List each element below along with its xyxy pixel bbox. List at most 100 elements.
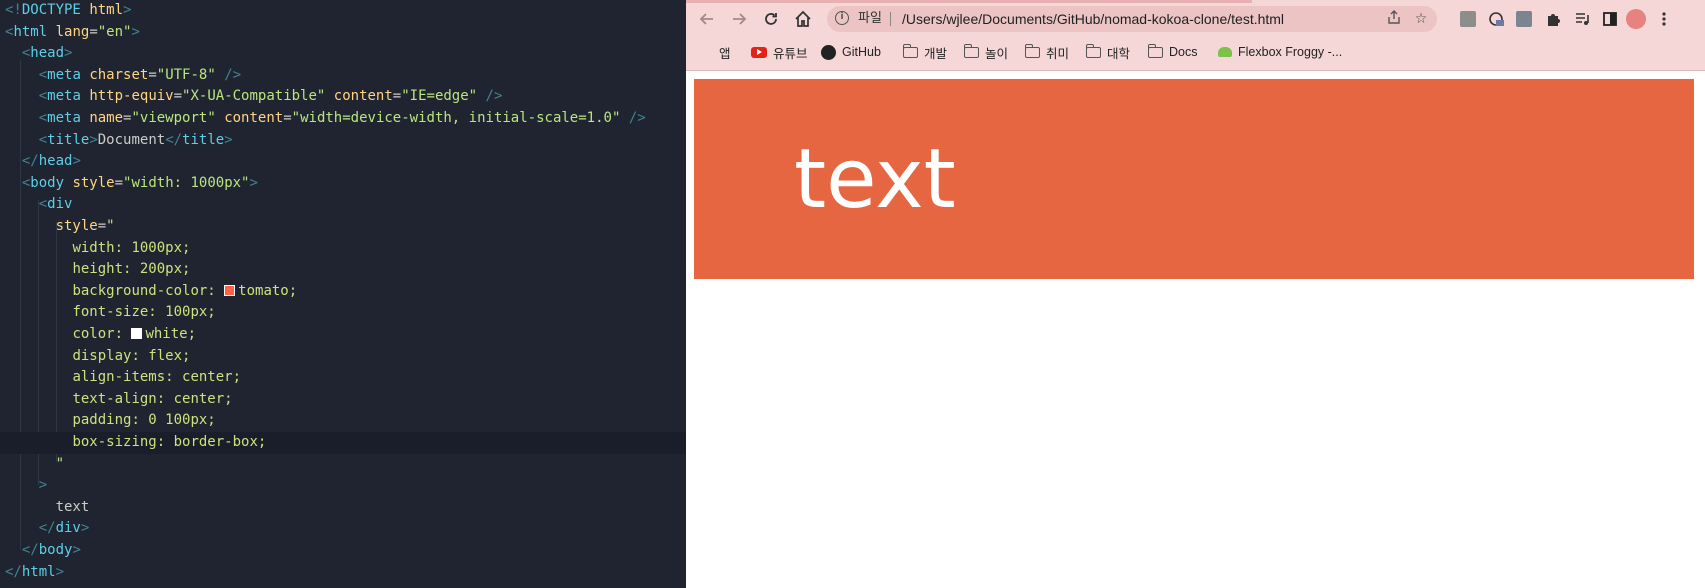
code-line[interactable]: height: 200px;: [0, 259, 686, 281]
code-line[interactable]: width: 1000px;: [0, 238, 686, 260]
share-icon[interactable]: [1385, 10, 1403, 28]
code-token: align-items: center;: [72, 369, 242, 386]
code-token: title: [182, 131, 225, 148]
folder-icon: [902, 43, 918, 58]
code-token: html: [13, 23, 48, 40]
bookmark-folder-university[interactable]: 대학: [1085, 38, 1130, 66]
code-token: <: [21, 174, 31, 191]
media-control-icon[interactable]: [1572, 9, 1592, 29]
code-line[interactable]: align-items: center;: [0, 367, 686, 389]
color-swatch[interactable]: [224, 284, 236, 296]
bookmark-folder-dev[interactable]: 개발: [902, 38, 948, 66]
code-token: =: [283, 110, 292, 126]
code-token: content: [224, 110, 284, 126]
browser-window: i 파일 /Users/wjlee/Documents/GitHub/nomad…: [686, 0, 1705, 588]
github-icon: [821, 44, 836, 60]
code-token: "viewport": [131, 110, 216, 126]
bookmark-apps[interactable]: 앱: [700, 38, 731, 66]
bookmark-flexbox-froggy[interactable]: Flexbox Froggy -...: [1218, 38, 1342, 66]
bookmark-label: Flexbox Froggy -...: [1238, 45, 1343, 59]
code-token: body: [30, 174, 65, 191]
code-line[interactable]: padding: 0 100px;: [0, 410, 686, 432]
reload-icon: [765, 13, 777, 25]
color-swatch[interactable]: [131, 328, 143, 339]
bookmark-label: 유튜브: [773, 46, 808, 61]
code-token: "en": [97, 23, 132, 40]
avatar[interactable]: [1626, 9, 1646, 29]
profile-extension-icon[interactable]: [1514, 9, 1534, 29]
bookmark-label: 앱: [719, 46, 731, 61]
code-line[interactable]: <meta name="viewport" content="width=dev…: [0, 108, 686, 130]
code-line[interactable]: <title>Document</title>: [0, 130, 686, 152]
code-token: <: [5, 23, 14, 40]
bookmark-label: 개발: [924, 46, 948, 61]
code-token: </: [21, 153, 39, 170]
code-line[interactable]: display: flex;: [0, 346, 686, 368]
code-token: "IE=edge": [401, 88, 478, 105]
code-line[interactable]: background-color: tomato;: [0, 281, 686, 303]
code-token: >: [72, 153, 81, 170]
code-line[interactable]: <meta http-equiv="X-UA-Compatible" conte…: [0, 86, 686, 108]
code-token: =: [89, 23, 98, 40]
code-line[interactable]: <!DOCTYPE html>: [0, 0, 686, 22]
code-line[interactable]: style=": [0, 216, 686, 238]
code-token: =: [148, 66, 157, 83]
code-line[interactable]: </div>: [0, 518, 686, 540]
puzzle-icon[interactable]: [1543, 9, 1563, 29]
info-icon[interactable]: i: [835, 11, 849, 25]
code-line[interactable]: box-sizing: border-box;: [0, 432, 686, 454]
code-line[interactable]: <html lang="en">: [0, 22, 686, 44]
code-line[interactable]: </head>: [0, 151, 686, 173]
code-token: meta: [47, 88, 81, 105]
forward-button[interactable]: [728, 8, 750, 30]
code-line[interactable]: >: [0, 475, 686, 497]
code-token: charset: [89, 66, 149, 83]
menu-icon[interactable]: [1654, 9, 1674, 29]
bookmark-github[interactable]: GitHub: [821, 38, 881, 66]
code-line[interactable]: <body style="width: 1000px">: [0, 173, 686, 195]
code-line[interactable]: font-size: 100px;: [0, 302, 686, 324]
side-panel-icon[interactable]: [1600, 9, 1620, 29]
code-editor[interactable]: <!DOCTYPE html> <html lang="en"> <head> <…: [0, 0, 686, 588]
bookmarks-bar: 앱 유튜브 GitHub 개발 놀이 취미 대학 Docs Flexbox Fr…: [686, 38, 1705, 71]
code-token: >: [80, 520, 90, 537]
home-button[interactable]: [792, 8, 814, 30]
bookmark-youtube[interactable]: 유튜브: [751, 38, 808, 66]
pdf-extension-icon[interactable]: [1458, 9, 1478, 29]
code-line[interactable]: <div: [0, 194, 686, 216]
bookmark-folder-play[interactable]: 놀이: [963, 38, 1008, 66]
code-token: content: [333, 88, 393, 105]
code-line[interactable]: text-align: center;: [0, 389, 686, 411]
code-line[interactable]: color: white;: [0, 324, 686, 346]
code-token: Document: [97, 131, 166, 148]
address-bar[interactable]: i 파일 /Users/wjlee/Documents/GitHub/nomad…: [827, 6, 1437, 32]
address-url[interactable]: /Users/wjlee/Documents/GitHub/nomad-koko…: [902, 6, 1284, 32]
tab-strip-edge: [686, 0, 1252, 3]
code-line[interactable]: <meta charset="UTF-8" />: [0, 65, 686, 87]
folder-icon: [1147, 43, 1163, 58]
code-line[interactable]: text: [0, 497, 686, 519]
folder-icon: [1085, 43, 1101, 58]
code-token: </: [38, 520, 56, 537]
reload-button[interactable]: [760, 8, 782, 30]
android-icon: [1218, 47, 1232, 57]
tomato-box: text: [694, 79, 1694, 279]
code-line[interactable]: ": [0, 454, 686, 476]
bookmark-label: GitHub: [842, 45, 881, 59]
bookmark-folder-docs[interactable]: Docs: [1147, 38, 1197, 66]
code-token: tomato;: [238, 282, 298, 299]
sync-extension-icon[interactable]: [1486, 9, 1506, 29]
code-line[interactable]: <head>: [0, 43, 686, 65]
bookmark-folder-hobby[interactable]: 취미: [1024, 38, 1069, 66]
code-token: <: [21, 45, 31, 62]
code-token: <: [38, 131, 48, 148]
back-button[interactable]: [696, 8, 718, 30]
code-line[interactable]: </body>: [0, 540, 686, 562]
bookmark-star-icon[interactable]: ☆: [1412, 10, 1430, 28]
code-line[interactable]: </html>: [0, 562, 686, 584]
code-token: <: [38, 66, 48, 83]
